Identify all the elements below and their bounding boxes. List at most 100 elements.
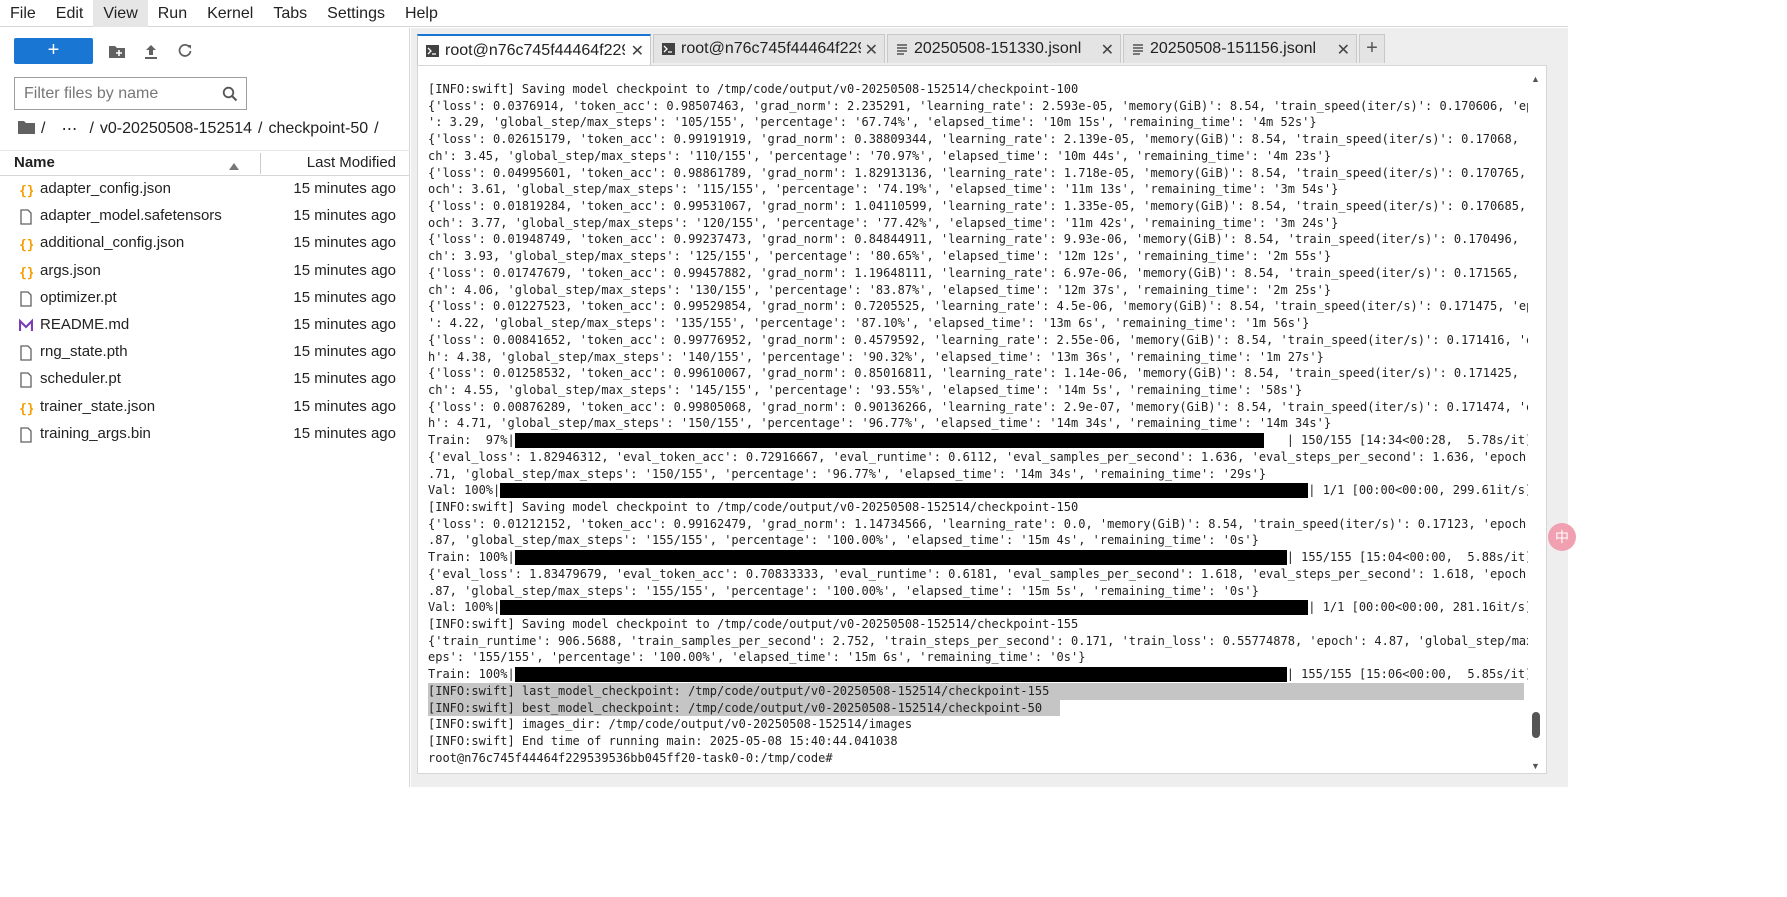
close-icon[interactable]: ✕: [865, 40, 878, 60]
file-name: adapter_config.json: [40, 180, 171, 197]
file-name: README.md: [40, 315, 130, 333]
breadcrumb-root[interactable]: /: [41, 120, 45, 138]
terminal-line: ch': 3.45, 'global_step/max_steps': '110…: [428, 148, 1332, 163]
sort-ascending-icon[interactable]: [229, 157, 239, 174]
terminal-icon: [426, 44, 439, 57]
terminal-line: {'train_runtime': 906.5688, 'train_sampl…: [428, 633, 1547, 648]
terminal-line: {'loss': 0.01948749, 'token_acc': 0.9923…: [428, 232, 1547, 247]
terminal-line: och': 3.77, 'global_step/max_steps': '12…: [428, 215, 1339, 230]
menu-settings[interactable]: Settings: [317, 0, 395, 27]
folder-icon[interactable]: [18, 120, 35, 139]
terminal-scrollbar[interactable]: ▲ ▼: [1528, 66, 1546, 773]
file-row[interactable]: {} trainer_state.json 15 minutes ago: [0, 394, 410, 421]
tab-label: 20250508-151330.jsonl: [914, 40, 1082, 57]
menu-run[interactable]: Run: [148, 0, 197, 27]
input-method-badge[interactable]: 中: [1548, 523, 1576, 551]
json-icon: {}: [18, 263, 34, 281]
progress-stats: | 155/155 [15:06<00:00, 5.85s/it]: [1286, 667, 1533, 682]
file-modified: 15 minutes ago: [293, 207, 396, 225]
new-launcher-button[interactable]: +: [14, 38, 93, 64]
progress-stats: | 155/155 [15:04<00:00, 5.88s/it]: [1286, 550, 1533, 565]
scrollbar-thumb[interactable]: [1532, 712, 1540, 738]
file-modified: 15 minutes ago: [293, 315, 396, 333]
breadcrumb-ellipsis[interactable]: ⋯: [61, 119, 77, 139]
refresh-icon[interactable]: [175, 41, 195, 61]
terminal-line: .87, 'global_step/max_steps': '155/155',…: [428, 583, 1259, 598]
file-row[interactable]: rng_state.pth 15 minutes ago: [0, 339, 410, 366]
menu-help[interactable]: Help: [395, 0, 448, 27]
file-icon: [18, 371, 34, 389]
tab-terminal-1[interactable]: root@n76c745f44464f229! ✕: [417, 34, 651, 65]
tab-label: root@n76c745f44464f229!: [681, 40, 861, 57]
scroll-up-icon[interactable]: ▲: [1531, 74, 1540, 84]
progress-line: Val: 100%| | 1/1 [00:00<00:00, 281.16it/s…: [428, 599, 1532, 616]
menu-tabs[interactable]: Tabs: [263, 0, 317, 27]
file-modified: 15 minutes ago: [293, 397, 396, 415]
close-icon[interactable]: ✕: [631, 41, 644, 61]
terminal-line: [INFO:swift] End time of running main: 2…: [428, 734, 898, 749]
filter-files-box: [14, 77, 247, 110]
json-icon: {}: [18, 181, 34, 199]
tab-jsonl-2[interactable]: 20250508-151156.jsonl ✕: [1123, 34, 1357, 63]
file-row[interactable]: README.md 15 minutes ago: [0, 312, 410, 339]
column-modified-header[interactable]: Last Modified: [307, 154, 396, 171]
column-divider[interactable]: [260, 153, 261, 174]
terminal-line: [INFO:swift] last_model_checkpoint: /tmp…: [428, 682, 1524, 700]
json-icon: {}: [18, 399, 34, 417]
terminal-panel[interactable]: [INFO:swift] Saving model checkpoint to …: [417, 65, 1547, 774]
file-name: adapter_model.safetensors: [40, 207, 222, 225]
tab-label: root@n76c745f44464f229!: [445, 41, 625, 59]
terminal-line: {'eval_loss': 1.83479679, 'eval_token_ac…: [428, 566, 1547, 581]
svg-text:{}: {}: [19, 238, 33, 252]
tab-jsonl-1[interactable]: 20250508-151330.jsonl ✕: [887, 34, 1121, 63]
breadcrumb-dir-checkpoint[interactable]: checkpoint-50: [269, 120, 369, 138]
file-row[interactable]: adapter_model.safetensors 15 minutes ago: [0, 203, 410, 230]
menu-edit[interactable]: Edit: [46, 0, 94, 27]
progress-bar: [514, 550, 1287, 566]
breadcrumb: / ⋯ / v0-20250508-152514 / checkpoint-50…: [18, 118, 385, 140]
menu-kernel[interactable]: Kernel: [197, 0, 263, 27]
menu-view[interactable]: View: [93, 0, 148, 27]
terminal-line: .87, 'global_step/max_steps': '155/155',…: [428, 533, 1259, 548]
terminal-line: {'eval_loss': 1.82946312, 'eval_token_ac…: [428, 449, 1547, 464]
progress-label: Val: 100%|: [428, 600, 501, 615]
file-icon: [18, 344, 34, 362]
terminal-line: {'loss': 0.01227523, 'token_acc': 0.9952…: [428, 299, 1547, 314]
add-tab-button[interactable]: +: [1359, 34, 1385, 63]
new-folder-icon[interactable]: [107, 41, 127, 61]
breadcrumb-separator: /: [258, 120, 263, 137]
markdown-icon: [18, 317, 34, 335]
tab-terminal-2[interactable]: root@n76c745f44464f229! ✕: [653, 34, 885, 63]
search-icon: [222, 86, 238, 107]
text-file-icon: [1132, 43, 1144, 55]
terminal-line: ch': 4.55, 'global_step/max_steps': '145…: [428, 382, 1303, 397]
file-row[interactable]: {} additional_config.json 15 minutes ago: [0, 230, 410, 257]
scroll-down-icon[interactable]: ▼: [1531, 761, 1540, 771]
svg-text:{}: {}: [19, 184, 33, 198]
progress-label: Train: 97%|: [428, 433, 515, 448]
terminal-line: {'loss': 0.01258532, 'token_acc': 0.9961…: [428, 366, 1547, 381]
column-name-header[interactable]: Name: [14, 154, 55, 171]
terminal-line: [INFO:swift] Saving model checkpoint to …: [428, 82, 1079, 96]
close-icon[interactable]: ✕: [1101, 40, 1114, 60]
file-name: rng_state.pth: [40, 343, 128, 361]
upload-icon[interactable]: [141, 41, 161, 61]
file-row[interactable]: optimizer.pt 15 minutes ago: [0, 285, 410, 312]
progress-line: Train: 97%| | 150/155 [14:34<00:28, 5.78s…: [428, 432, 1532, 449]
terminal-line: ch': 3.93, 'global_step/max_steps': '125…: [428, 249, 1332, 264]
menu-file[interactable]: File: [0, 0, 46, 27]
terminal-line: eps': '155/155', 'percentage': '100.00%'…: [428, 650, 1086, 665]
progress-line: Train: 100%| | 155/155 [15:04<00:00, 5.88…: [428, 549, 1532, 566]
close-icon[interactable]: ✕: [1337, 40, 1350, 60]
svg-text:{}: {}: [19, 266, 33, 280]
file-row[interactable]: training_args.bin 15 minutes ago: [0, 421, 410, 448]
file-row[interactable]: scheduler.pt 15 minutes ago: [0, 366, 410, 393]
file-browser-toolbar: +: [14, 38, 195, 64]
terminal-icon: [662, 43, 675, 55]
breadcrumb-dir-output[interactable]: v0-20250508-152514: [100, 120, 252, 138]
file-modified: 15 minutes ago: [293, 370, 396, 388]
file-row[interactable]: {} adapter_config.json 15 minutes ago: [0, 176, 410, 203]
terminal-line: [INFO:swift] images_dir: /tmp/code/outpu…: [428, 717, 913, 732]
file-row[interactable]: {} args.json 15 minutes ago: [0, 258, 410, 285]
filter-files-input[interactable]: [24, 79, 224, 108]
